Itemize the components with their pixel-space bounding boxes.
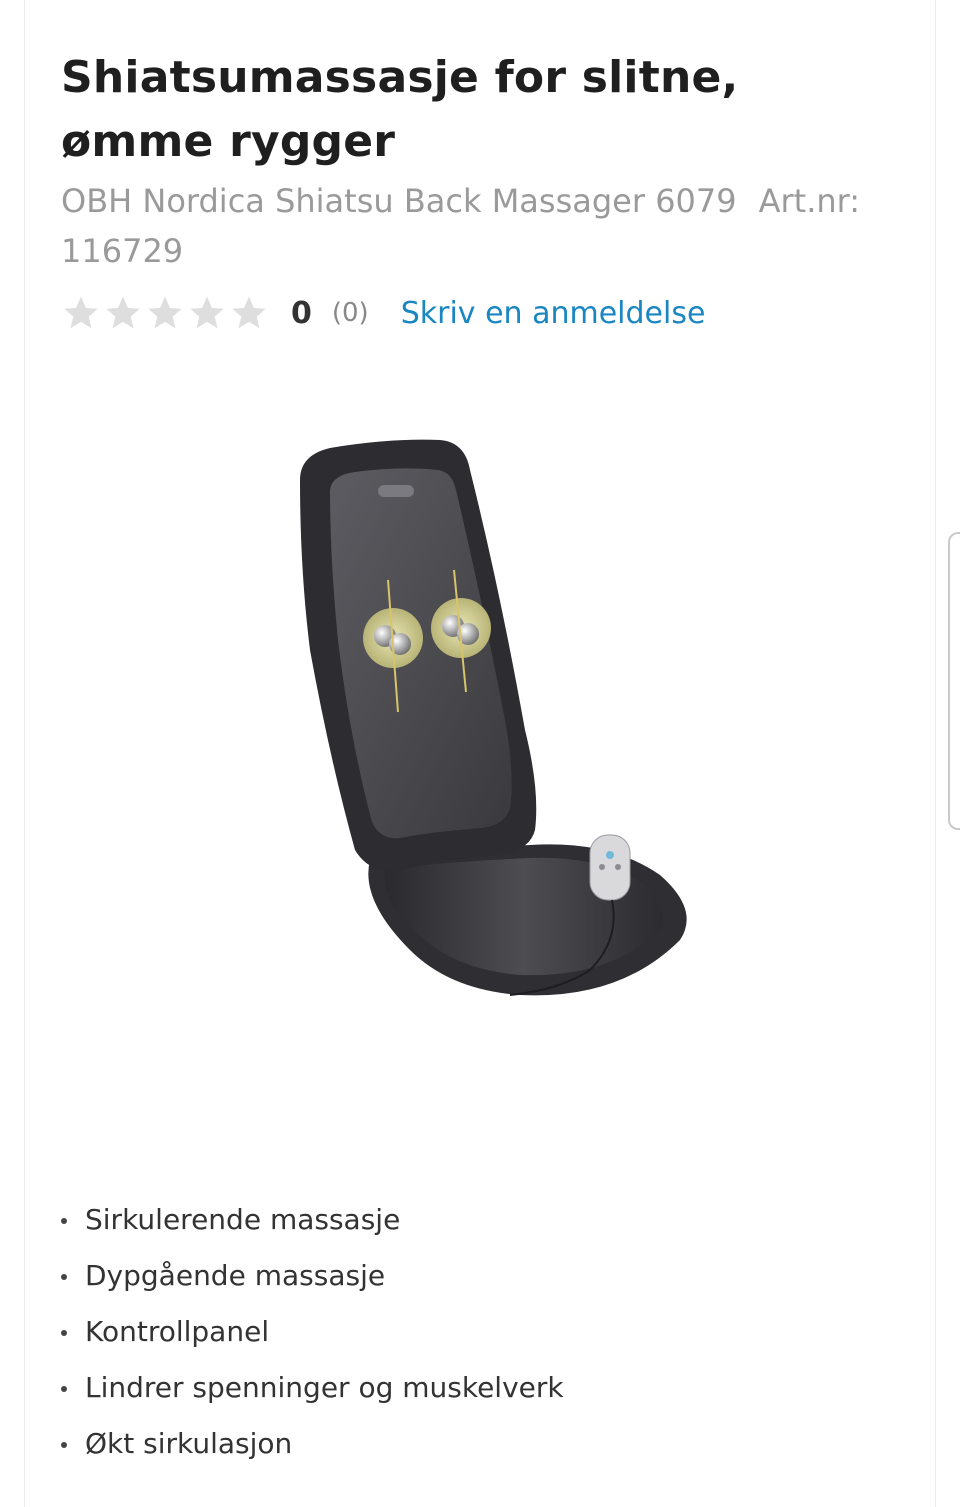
product-subtitle: OBH Nordica Shiatsu Back Massager 6079 Ar… [61, 176, 901, 276]
star-icon [106, 296, 140, 329]
product-title: Shiatsumassasje for slitne, ømme rygger [61, 52, 739, 167]
rating-row: 0 (0) Skriv en anmeldelse [61, 290, 705, 336]
side-drawer-handle[interactable] [948, 532, 960, 830]
list-item: Lindrer spenninger og muskelverk [61, 1360, 564, 1416]
feature-list: Sirkulerende massasje Dypgående massasje… [61, 1192, 564, 1472]
star-rating [61, 293, 269, 333]
star-icon [232, 296, 266, 329]
list-item: Kontrollpanel [61, 1304, 564, 1360]
list-item: Dypgående massasje [61, 1248, 564, 1304]
product-name: OBH Nordica Shiatsu Back Massager 6079 [61, 182, 737, 220]
write-review-link[interactable]: Skriv en anmeldelse [401, 296, 706, 331]
rating-score: 0 [291, 295, 312, 331]
list-item: Sirkulerende massasje [61, 1192, 564, 1248]
star-icon [190, 296, 224, 329]
star-icon [148, 296, 182, 329]
product-image[interactable] [260, 430, 700, 1010]
list-item: Økt sirkulasjon [61, 1416, 564, 1472]
rating-count: (0) [331, 298, 369, 328]
star-icon [64, 296, 98, 329]
